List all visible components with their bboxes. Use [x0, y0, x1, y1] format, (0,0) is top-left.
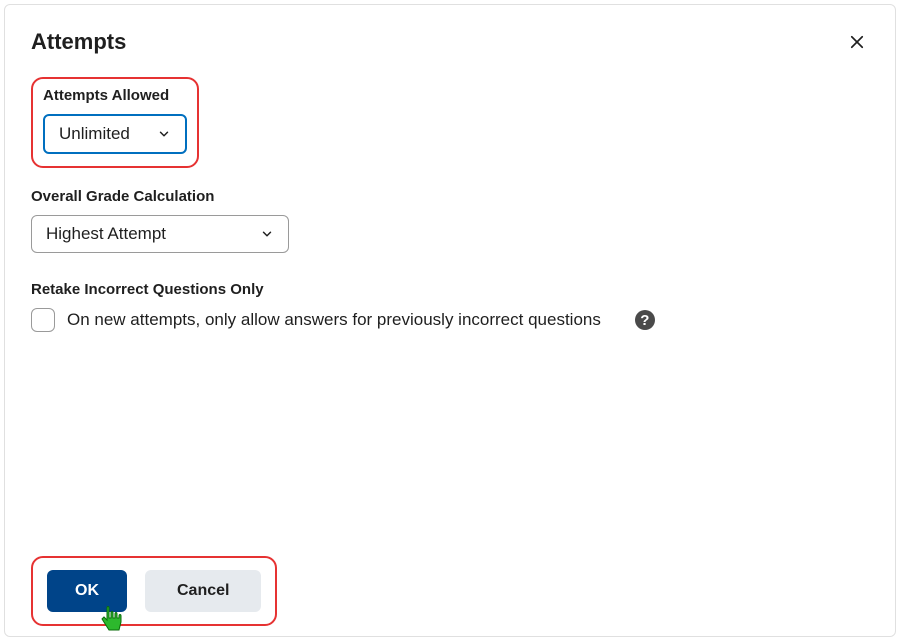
grade-calculation-select[interactable]: Highest Attempt: [31, 215, 289, 253]
retake-checkbox-label: On new attempts, only allow answers for …: [67, 310, 601, 330]
callout-attempts-allowed: Attempts Allowed Unlimited: [31, 77, 199, 168]
attempts-allowed-select[interactable]: Unlimited: [43, 114, 187, 154]
panel-title: Attempts: [31, 29, 126, 55]
callout-footer-buttons: OK Cancel: [31, 556, 277, 626]
panel-header: Attempts: [31, 29, 869, 55]
grade-calculation-section: Overall Grade Calculation Highest Attemp…: [31, 188, 869, 253]
grade-calculation-label: Overall Grade Calculation: [31, 188, 869, 205]
help-icon[interactable]: ?: [635, 310, 655, 330]
retake-checkbox-row: On new attempts, only allow answers for …: [31, 308, 869, 332]
attempts-allowed-value: Unlimited: [59, 124, 130, 144]
attempts-allowed-label: Attempts Allowed: [43, 87, 187, 104]
cancel-button[interactable]: Cancel: [145, 570, 261, 612]
retake-label: Retake Incorrect Questions Only: [31, 281, 869, 298]
panel-footer: OK Cancel: [31, 556, 277, 626]
retake-checkbox[interactable]: [31, 308, 55, 332]
retake-section: Retake Incorrect Questions Only On new a…: [31, 281, 869, 332]
close-button[interactable]: [845, 30, 869, 54]
close-icon: [848, 33, 866, 51]
grade-calculation-value: Highest Attempt: [46, 224, 166, 244]
attempts-panel: Attempts Attempts Allowed Unlimited Over…: [4, 4, 896, 637]
chevron-down-icon: [260, 227, 274, 241]
chevron-down-icon: [157, 127, 171, 141]
ok-button[interactable]: OK: [47, 570, 127, 612]
